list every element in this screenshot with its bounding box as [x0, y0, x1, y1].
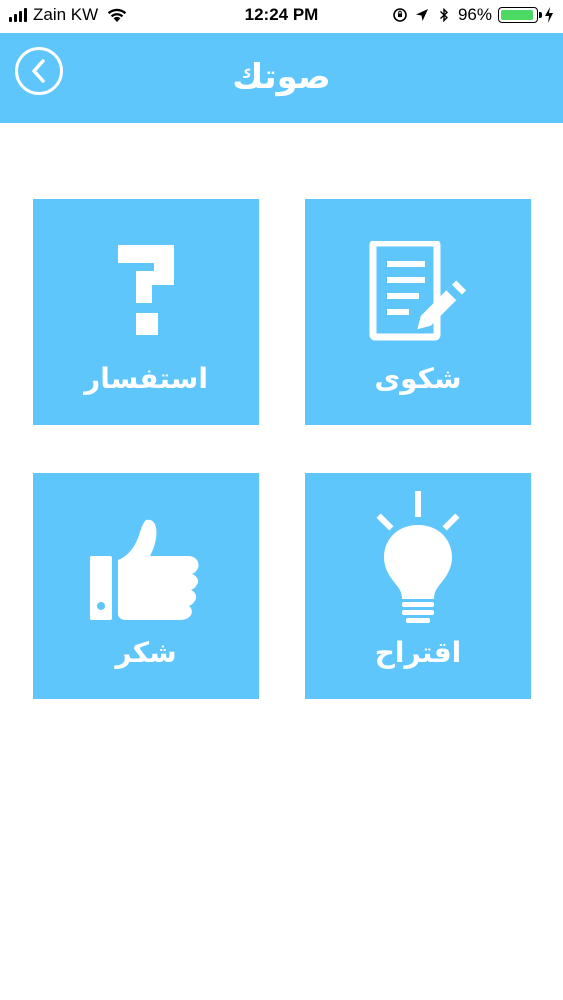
bluetooth-icon: [439, 7, 448, 23]
tile-suggestion-label: اقتراح: [374, 636, 462, 669]
tile-suggestion[interactable]: اقتراح: [305, 473, 531, 699]
question-mark-icon: [118, 245, 174, 335]
battery-percent: 96%: [457, 5, 492, 24]
tile-thanks-label: شكر: [115, 636, 177, 669]
header-bar: صوتك: [0, 33, 563, 123]
tile-complaint[interactable]: شكوى: [305, 199, 531, 425]
battery-icon: [498, 7, 542, 23]
tile-inquiry-label: استفسار: [84, 362, 208, 395]
tile-suggestion-icon-wrap: [305, 487, 531, 627]
orientation-lock-icon: [393, 8, 407, 22]
tile-complaint-label: شكوى: [374, 362, 462, 395]
thumbs-up-icon: [90, 519, 199, 620]
tile-inquiry-icon-wrap: [33, 235, 259, 347]
battery-cap: [539, 12, 542, 18]
document-pencil-icon: [369, 241, 467, 341]
charging-icon: [545, 7, 553, 23]
status-bar: Zain KW 12:24 PM 96%: [0, 0, 563, 33]
lightbulb-icon: [376, 491, 460, 623]
battery-fill: [501, 10, 533, 20]
location-icon: [415, 9, 428, 21]
tile-inquiry[interactable]: استفسار: [33, 199, 259, 425]
tile-thanks-icon-wrap: [33, 515, 259, 625]
tile-complaint-icon-wrap: [305, 235, 531, 347]
status-bar-right: 96%: [392, 5, 554, 25]
page-title: صوتك: [232, 57, 331, 97]
tile-thanks[interactable]: شكر: [33, 473, 259, 699]
